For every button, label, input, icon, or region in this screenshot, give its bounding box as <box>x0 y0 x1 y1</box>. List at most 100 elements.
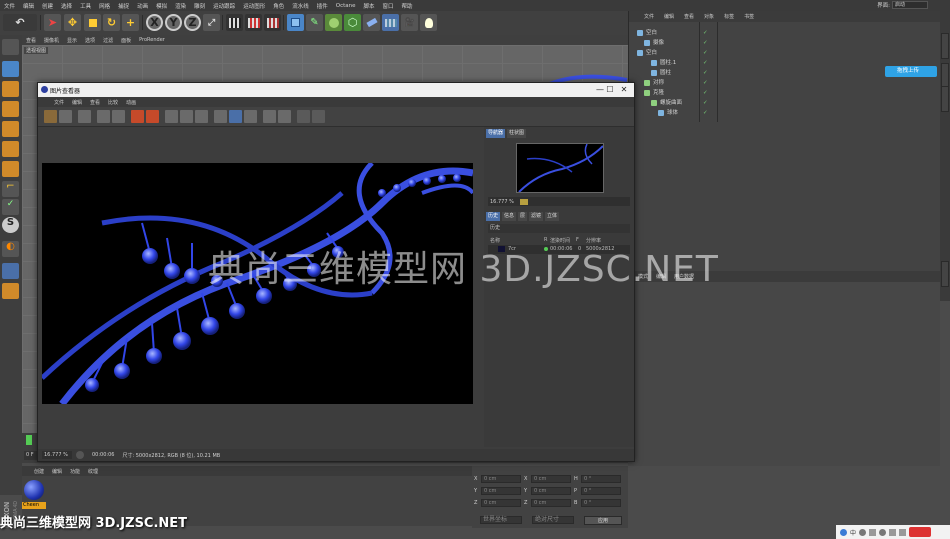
viewport-menu-item-1[interactable]: 摄像机 <box>40 37 63 44</box>
pv-menu-item-2[interactable]: 查看 <box>86 99 104 106</box>
model-mode-icon[interactable] <box>2 61 19 77</box>
menu-item-6[interactable]: 捕捉 <box>114 2 133 10</box>
object-name[interactable]: 摄像 <box>653 38 664 48</box>
locked-workplane-icon[interactable] <box>2 283 19 299</box>
pv-menu-item-3[interactable]: 比较 <box>104 99 122 106</box>
coordinate-field[interactable]: 0 ° <box>581 487 621 495</box>
coordinate-field[interactable]: 0 cm <box>481 475 521 483</box>
navigator-thumbnail[interactable] <box>516 143 604 193</box>
visibility-check-icon[interactable]: ✓ <box>703 68 708 78</box>
viewport-menu-item-4[interactable]: 过滤 <box>99 37 117 44</box>
ime-indicator[interactable]: 中 <box>850 528 856 537</box>
region-icon[interactable] <box>112 110 125 123</box>
object-name[interactable]: 球体 <box>667 108 678 118</box>
viewport-menu-item-5[interactable]: 面板 <box>117 37 135 44</box>
zoom-stepper-icon[interactable] <box>76 451 84 459</box>
tab-history[interactable]: 历史 <box>486 212 501 221</box>
render-picture-viewer-icon[interactable] <box>245 14 262 31</box>
shirt-icon[interactable] <box>899 528 907 536</box>
rotate-tool-icon[interactable]: ↻ <box>103 14 120 31</box>
make-editable-icon[interactable] <box>2 39 19 55</box>
menu-item-15[interactable]: 插件 <box>313 2 332 10</box>
tab-navigator[interactable]: 导航器 <box>486 129 506 138</box>
snap-icon[interactable]: S <box>2 217 19 233</box>
object-name[interactable]: 螺旋曲面 <box>660 98 682 108</box>
menu-item-11[interactable]: 运动跟踪 <box>209 2 239 10</box>
material-menu-item-1[interactable]: 编辑 <box>48 468 66 475</box>
pen-spline-icon[interactable]: ✎ <box>306 14 323 31</box>
om-menu-item-3[interactable]: 对象 <box>699 13 719 20</box>
menu-item-14[interactable]: 流水线 <box>288 2 313 10</box>
render-icon[interactable] <box>131 110 144 123</box>
play-icon[interactable] <box>214 110 227 123</box>
menu-item-16[interactable]: Octane <box>332 3 360 9</box>
moon-icon[interactable] <box>859 528 867 536</box>
menu-item-9[interactable]: 渲染 <box>171 2 190 10</box>
tab-info[interactable]: 信息 <box>502 212 517 221</box>
axis-x-icon[interactable]: X <box>146 14 163 31</box>
edges-mode-icon[interactable] <box>2 121 19 137</box>
axis-mode-icon[interactable] <box>2 161 19 177</box>
axis-y-icon[interactable]: Y <box>165 14 182 31</box>
object-row[interactable]: 克隆 ✓ <box>629 88 941 98</box>
menu-item-19[interactable]: 帮助 <box>398 2 417 10</box>
object-row[interactable]: 对称 ✓ <box>629 78 941 88</box>
menu-item-17[interactable]: 脚本 <box>360 2 379 10</box>
object-row[interactable]: 摄像 ✓ <box>629 38 941 48</box>
move-tool-icon[interactable]: ✥ <box>64 14 81 31</box>
settings-tray-icon[interactable] <box>879 528 887 536</box>
size-mode-dropdown[interactable]: 绝对尺寸 <box>532 516 574 524</box>
undo-icon[interactable]: ↶ <box>3 14 37 31</box>
material-menu-item-3[interactable]: 纹理 <box>84 468 102 475</box>
coordinate-field[interactable]: 0 cm <box>531 499 571 507</box>
visibility-check-icon[interactable]: ✓ <box>703 38 708 48</box>
stop-render-icon[interactable] <box>146 110 159 123</box>
viewport-menu-item-0[interactable]: 查看 <box>22 37 40 44</box>
side-tab-1[interactable] <box>941 33 949 59</box>
camera-icon[interactable]: 🎥 <box>401 14 418 31</box>
zoom-slider-handle[interactable] <box>519 198 528 205</box>
material-preview[interactable] <box>24 480 44 500</box>
om-menu-item-0[interactable]: 文件 <box>639 13 659 20</box>
scale-tool-icon[interactable] <box>84 14 101 31</box>
coordinate-field[interactable]: 0 cm <box>531 475 571 483</box>
app-tray-icon[interactable] <box>840 528 847 536</box>
object-name[interactable]: 空白 <box>646 48 657 58</box>
viewport-menu-item-6[interactable]: ProRender <box>135 37 169 43</box>
coordinate-mode-dropdown[interactable]: 世界坐标 <box>480 516 522 524</box>
object-name[interactable]: 空白 <box>646 28 657 38</box>
visibility-check-icon[interactable]: ✓ <box>703 48 708 58</box>
visibility-check-icon[interactable]: ✓ <box>703 88 708 98</box>
grid-tray-icon[interactable] <box>889 528 897 536</box>
subdivision-icon[interactable] <box>325 14 342 31</box>
badge-icon[interactable] <box>909 527 932 537</box>
drag-upload-button[interactable]: 拖拽上传 <box>885 66 937 77</box>
tab-filter[interactable]: 滤镜 <box>529 212 544 221</box>
viewport-menu-item-2[interactable]: 显示 <box>63 37 81 44</box>
render-view-icon[interactable] <box>226 14 243 31</box>
material-name[interactable]: Cheen <box>22 502 46 509</box>
texture-mode-icon[interactable] <box>2 81 19 97</box>
pv-menu-item-0[interactable]: 文件 <box>50 99 68 106</box>
om-menu-item-2[interactable]: 查看 <box>679 13 699 20</box>
viewport-menu-item-3[interactable]: 选项 <box>81 37 99 44</box>
menu-item-8[interactable]: 模拟 <box>152 2 171 10</box>
points-mode-icon[interactable] <box>2 101 19 117</box>
cloner-icon[interactable]: ⬡ <box>344 14 361 31</box>
apply-button[interactable]: 应用 <box>584 516 622 525</box>
object-row[interactable]: 螺旋曲面 ✓ <box>629 98 941 108</box>
tab-layer[interactable]: 层 <box>518 212 528 221</box>
visibility-check-icon[interactable]: ✓ <box>703 108 708 118</box>
visibility-check-icon[interactable]: ✓ <box>703 58 708 68</box>
viewport-solo-icon[interactable]: ✓ <box>2 199 19 215</box>
menu-item-2[interactable]: 创建 <box>38 2 57 10</box>
settings-icon[interactable] <box>312 110 325 123</box>
tab-stereo[interactable]: 立体 <box>545 212 560 221</box>
sync-icon[interactable] <box>263 110 276 123</box>
link-icon[interactable] <box>278 110 291 123</box>
frame-field[interactable]: 0 F <box>24 451 38 460</box>
open-icon[interactable] <box>44 110 57 123</box>
menu-item-13[interactable]: 角色 <box>269 2 288 10</box>
side-tab-3[interactable] <box>941 86 949 112</box>
pv-menu-item-4[interactable]: 动画 <box>122 99 140 106</box>
